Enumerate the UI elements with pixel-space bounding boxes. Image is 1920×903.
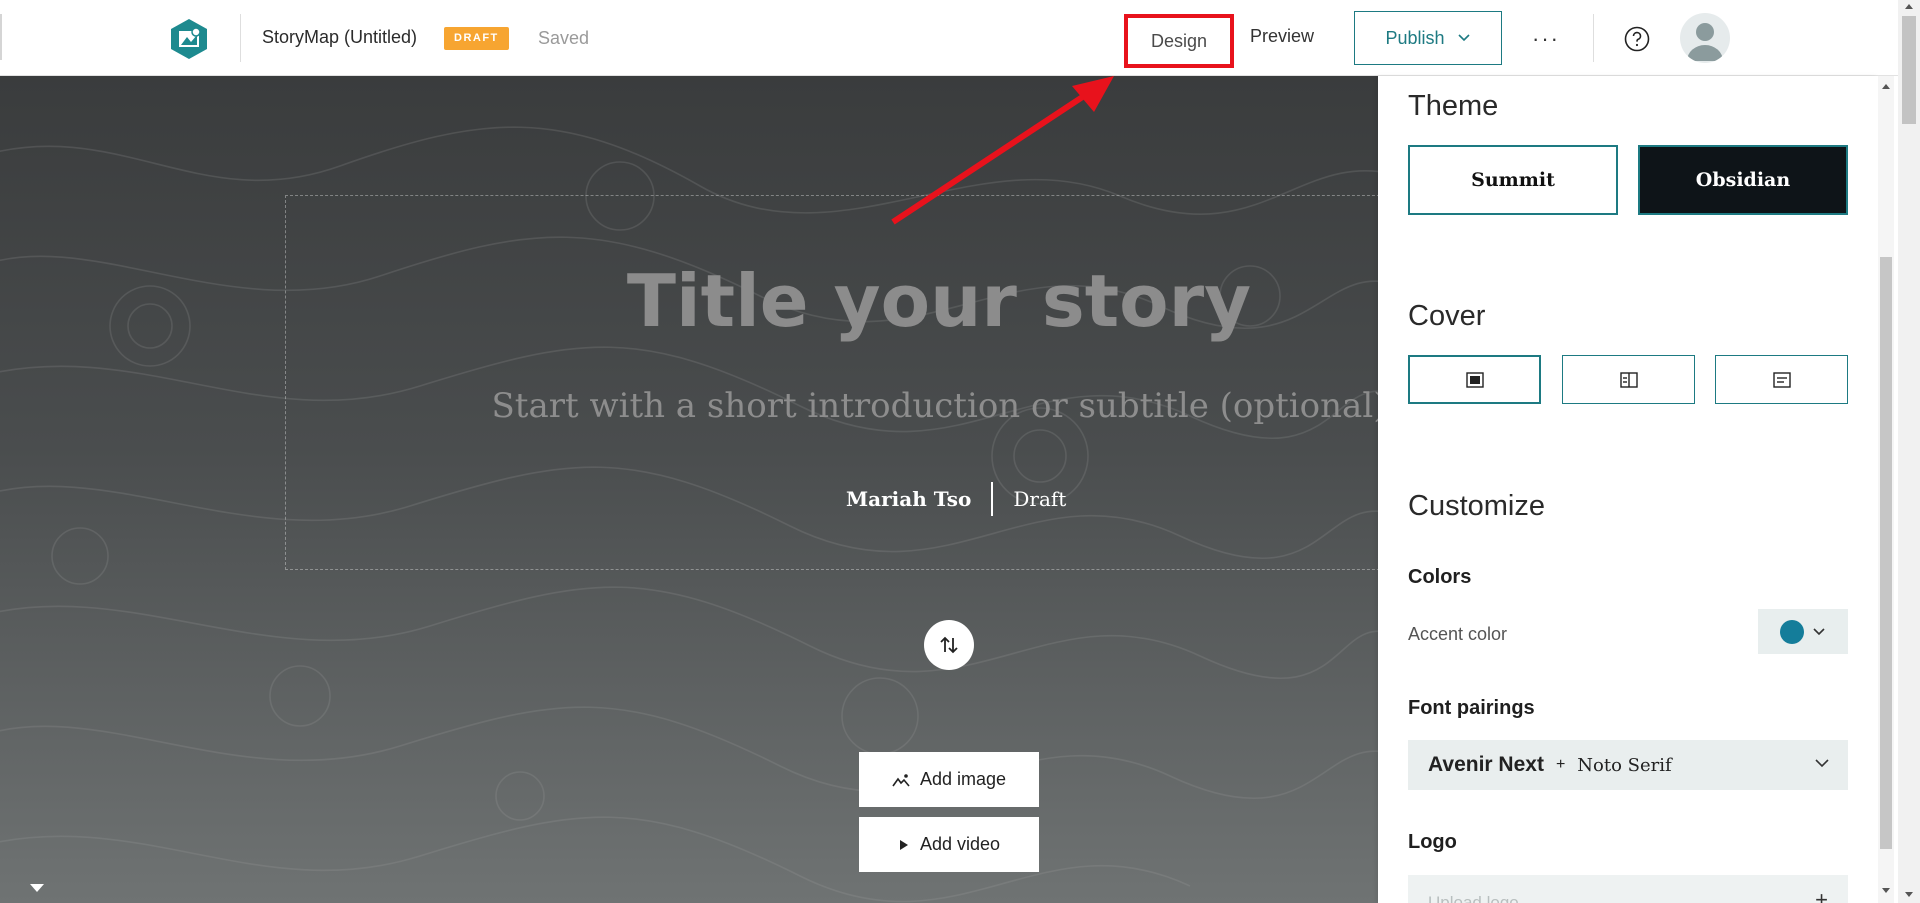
page-scroll-thumb[interactable]: [1902, 16, 1916, 124]
logo-label: Logo: [1408, 831, 1457, 853]
font-secondary: Noto Serif: [1577, 754, 1672, 776]
scroll-down-icon[interactable]: [1905, 892, 1913, 897]
theme-heading: Theme: [1408, 90, 1499, 122]
accent-color-label: Accent color: [1408, 624, 1508, 644]
cover-sidebar-button[interactable]: [1562, 355, 1695, 404]
chevron-down-icon: [1813, 627, 1825, 635]
font-primary: Avenir Next: [1428, 753, 1544, 776]
font-pairings-select[interactable]: Avenir Next + Noto Serif: [1408, 740, 1848, 790]
accent-color-swatch: [1780, 619, 1804, 644]
cover-heading: Cover: [1408, 300, 1486, 332]
scroll-up-icon[interactable]: [1882, 84, 1890, 89]
page-scrollbar[interactable]: [1898, 0, 1920, 903]
cover-full-button[interactable]: [1408, 355, 1541, 404]
add-icon: +: [1815, 887, 1828, 903]
scroll-up-icon[interactable]: [1905, 4, 1913, 9]
cover-sidebar-icon: [1619, 371, 1638, 388]
panel-scrollbar[interactable]: [1878, 76, 1894, 903]
chevron-down-icon: [1815, 759, 1829, 768]
theme-summit-button[interactable]: Summit: [1408, 145, 1618, 215]
cover-minimal-icon: [1772, 371, 1791, 388]
cover-full-icon: [1465, 371, 1484, 388]
logo-upload-field[interactable]: Upload logo +: [1408, 875, 1848, 903]
design-panel: Theme Summit Obsidian Cover Customize Co…: [1378, 76, 1878, 903]
panel-scroll-thumb[interactable]: [1880, 257, 1892, 849]
font-pairings-label: Font pairings: [1408, 697, 1535, 719]
accent-color-picker[interactable]: [1758, 609, 1848, 654]
logo-upload-placeholder: Upload logo: [1428, 893, 1519, 903]
scroll-down-icon[interactable]: [1882, 888, 1890, 893]
cover-minimal-button[interactable]: [1715, 355, 1848, 404]
theme-obsidian-button[interactable]: Obsidian: [1638, 145, 1848, 215]
customize-heading: Customize: [1408, 490, 1545, 522]
font-plus: +: [1555, 756, 1566, 773]
colors-label: Colors: [1408, 566, 1472, 588]
